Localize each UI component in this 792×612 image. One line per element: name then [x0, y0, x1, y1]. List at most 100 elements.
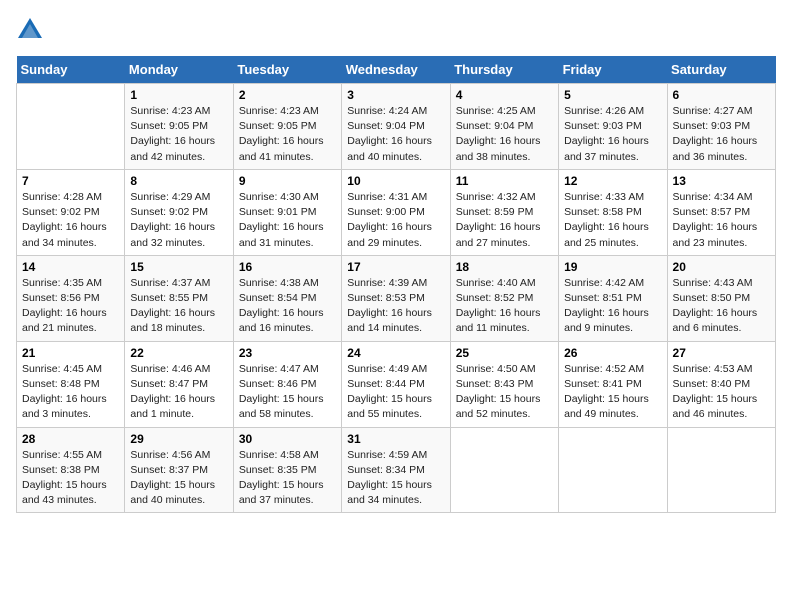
day-number: 26	[564, 346, 661, 360]
day-info: Sunrise: 4:29 AM Sunset: 9:02 PM Dayligh…	[130, 190, 227, 251]
calendar-cell: 27 Sunrise: 4:53 AM Sunset: 8:40 PM Dayli…	[667, 341, 775, 427]
day-info: Sunrise: 4:32 AM Sunset: 8:59 PM Dayligh…	[456, 190, 553, 251]
day-info: Sunrise: 4:34 AM Sunset: 8:57 PM Dayligh…	[673, 190, 770, 251]
day-number: 12	[564, 174, 661, 188]
day-number: 14	[22, 260, 119, 274]
day-info: Sunrise: 4:49 AM Sunset: 8:44 PM Dayligh…	[347, 362, 444, 423]
calendar-cell: 28 Sunrise: 4:55 AM Sunset: 8:38 PM Dayli…	[17, 427, 125, 513]
calendar-cell	[667, 427, 775, 513]
day-info: Sunrise: 4:26 AM Sunset: 9:03 PM Dayligh…	[564, 104, 661, 165]
calendar-cell	[450, 427, 558, 513]
week-row-3: 14 Sunrise: 4:35 AM Sunset: 8:56 PM Dayli…	[17, 255, 776, 341]
calendar-cell: 30 Sunrise: 4:58 AM Sunset: 8:35 PM Dayli…	[233, 427, 341, 513]
weekday-header-sunday: Sunday	[17, 56, 125, 84]
day-info: Sunrise: 4:45 AM Sunset: 8:48 PM Dayligh…	[22, 362, 119, 423]
calendar-cell: 3 Sunrise: 4:24 AM Sunset: 9:04 PM Daylig…	[342, 84, 450, 170]
day-number: 25	[456, 346, 553, 360]
day-number: 21	[22, 346, 119, 360]
week-row-1: 1 Sunrise: 4:23 AM Sunset: 9:05 PM Daylig…	[17, 84, 776, 170]
calendar-cell: 5 Sunrise: 4:26 AM Sunset: 9:03 PM Daylig…	[559, 84, 667, 170]
calendar-cell: 16 Sunrise: 4:38 AM Sunset: 8:54 PM Dayli…	[233, 255, 341, 341]
day-info: Sunrise: 4:39 AM Sunset: 8:53 PM Dayligh…	[347, 276, 444, 337]
page-header	[16, 16, 776, 44]
day-info: Sunrise: 4:40 AM Sunset: 8:52 PM Dayligh…	[456, 276, 553, 337]
day-info: Sunrise: 4:23 AM Sunset: 9:05 PM Dayligh…	[130, 104, 227, 165]
weekday-header-saturday: Saturday	[667, 56, 775, 84]
calendar-cell: 11 Sunrise: 4:32 AM Sunset: 8:59 PM Dayli…	[450, 169, 558, 255]
day-number: 1	[130, 88, 227, 102]
day-number: 20	[673, 260, 770, 274]
day-info: Sunrise: 4:59 AM Sunset: 8:34 PM Dayligh…	[347, 448, 444, 509]
day-info: Sunrise: 4:58 AM Sunset: 8:35 PM Dayligh…	[239, 448, 336, 509]
day-number: 15	[130, 260, 227, 274]
day-number: 5	[564, 88, 661, 102]
day-info: Sunrise: 4:28 AM Sunset: 9:02 PM Dayligh…	[22, 190, 119, 251]
weekday-header-tuesday: Tuesday	[233, 56, 341, 84]
day-number: 9	[239, 174, 336, 188]
day-info: Sunrise: 4:56 AM Sunset: 8:37 PM Dayligh…	[130, 448, 227, 509]
day-number: 19	[564, 260, 661, 274]
calendar-cell: 22 Sunrise: 4:46 AM Sunset: 8:47 PM Dayli…	[125, 341, 233, 427]
day-info: Sunrise: 4:46 AM Sunset: 8:47 PM Dayligh…	[130, 362, 227, 423]
calendar-cell: 2Sunrise: 4:23 AM Sunset: 9:05 PM Daylig…	[233, 84, 341, 170]
day-number: 4	[456, 88, 553, 102]
day-info: Sunrise: 4:24 AM Sunset: 9:04 PM Dayligh…	[347, 104, 444, 165]
day-number: 16	[239, 260, 336, 274]
day-number: 27	[673, 346, 770, 360]
day-info: Sunrise: 4:42 AM Sunset: 8:51 PM Dayligh…	[564, 276, 661, 337]
calendar-cell: 10Sunrise: 4:31 AM Sunset: 9:00 PM Dayli…	[342, 169, 450, 255]
logo	[16, 16, 48, 44]
day-info: Sunrise: 4:30 AM Sunset: 9:01 PM Dayligh…	[239, 190, 336, 251]
weekday-header-thursday: Thursday	[450, 56, 558, 84]
day-info: Sunrise: 4:53 AM Sunset: 8:40 PM Dayligh…	[673, 362, 770, 423]
day-number: 31	[347, 432, 444, 446]
day-info: Sunrise: 4:55 AM Sunset: 8:38 PM Dayligh…	[22, 448, 119, 509]
day-number: 24	[347, 346, 444, 360]
day-number: 13	[673, 174, 770, 188]
day-number: 28	[22, 432, 119, 446]
week-row-2: 7 Sunrise: 4:28 AM Sunset: 9:02 PM Daylig…	[17, 169, 776, 255]
calendar-cell: 17 Sunrise: 4:39 AM Sunset: 8:53 PM Dayli…	[342, 255, 450, 341]
weekday-header-friday: Friday	[559, 56, 667, 84]
calendar-cell: 31 Sunrise: 4:59 AM Sunset: 8:34 PM Dayli…	[342, 427, 450, 513]
calendar-cell: 13 Sunrise: 4:34 AM Sunset: 8:57 PM Dayli…	[667, 169, 775, 255]
day-info: Sunrise: 4:33 AM Sunset: 8:58 PM Dayligh…	[564, 190, 661, 251]
calendar-cell: 20 Sunrise: 4:43 AM Sunset: 8:50 PM Dayli…	[667, 255, 775, 341]
day-number: 11	[456, 174, 553, 188]
calendar-cell: 7 Sunrise: 4:28 AM Sunset: 9:02 PM Daylig…	[17, 169, 125, 255]
day-number: 2	[239, 88, 336, 102]
calendar-cell: 6Sunrise: 4:27 AM Sunset: 9:03 PM Daylig…	[667, 84, 775, 170]
day-number: 29	[130, 432, 227, 446]
day-info: Sunrise: 4:50 AM Sunset: 8:43 PM Dayligh…	[456, 362, 553, 423]
calendar-body: 1 Sunrise: 4:23 AM Sunset: 9:05 PM Daylig…	[17, 84, 776, 513]
weekday-header-wednesday: Wednesday	[342, 56, 450, 84]
calendar-cell: 23Sunrise: 4:47 AM Sunset: 8:46 PM Dayli…	[233, 341, 341, 427]
week-row-5: 28 Sunrise: 4:55 AM Sunset: 8:38 PM Dayli…	[17, 427, 776, 513]
calendar-cell: 18Sunrise: 4:40 AM Sunset: 8:52 PM Dayli…	[450, 255, 558, 341]
day-number: 22	[130, 346, 227, 360]
calendar-cell: 29 Sunrise: 4:56 AM Sunset: 8:37 PM Dayli…	[125, 427, 233, 513]
day-info: Sunrise: 4:31 AM Sunset: 9:00 PM Dayligh…	[347, 190, 444, 251]
day-number: 7	[22, 174, 119, 188]
day-info: Sunrise: 4:35 AM Sunset: 8:56 PM Dayligh…	[22, 276, 119, 337]
calendar-cell: 12 Sunrise: 4:33 AM Sunset: 8:58 PM Dayli…	[559, 169, 667, 255]
week-row-4: 21 Sunrise: 4:45 AM Sunset: 8:48 PM Dayli…	[17, 341, 776, 427]
day-number: 30	[239, 432, 336, 446]
calendar-cell: 26Sunrise: 4:52 AM Sunset: 8:41 PM Dayli…	[559, 341, 667, 427]
calendar-cell: 1 Sunrise: 4:23 AM Sunset: 9:05 PM Daylig…	[125, 84, 233, 170]
calendar-cell: 25 Sunrise: 4:50 AM Sunset: 8:43 PM Dayli…	[450, 341, 558, 427]
day-info: Sunrise: 4:38 AM Sunset: 8:54 PM Dayligh…	[239, 276, 336, 337]
calendar-cell: 4Sunrise: 4:25 AM Sunset: 9:04 PM Daylig…	[450, 84, 558, 170]
day-number: 17	[347, 260, 444, 274]
calendar-cell	[17, 84, 125, 170]
calendar-cell: 14 Sunrise: 4:35 AM Sunset: 8:56 PM Dayli…	[17, 255, 125, 341]
day-info: Sunrise: 4:37 AM Sunset: 8:55 PM Dayligh…	[130, 276, 227, 337]
day-number: 23	[239, 346, 336, 360]
calendar-cell	[559, 427, 667, 513]
day-number: 3	[347, 88, 444, 102]
calendar-cell: 19 Sunrise: 4:42 AM Sunset: 8:51 PM Dayli…	[559, 255, 667, 341]
day-info: Sunrise: 4:43 AM Sunset: 8:50 PM Dayligh…	[673, 276, 770, 337]
weekday-header-row: SundayMondayTuesdayWednesdayThursdayFrid…	[17, 56, 776, 84]
calendar-cell: 24 Sunrise: 4:49 AM Sunset: 8:44 PM Dayli…	[342, 341, 450, 427]
calendar-cell: 9 Sunrise: 4:30 AM Sunset: 9:01 PM Daylig…	[233, 169, 341, 255]
